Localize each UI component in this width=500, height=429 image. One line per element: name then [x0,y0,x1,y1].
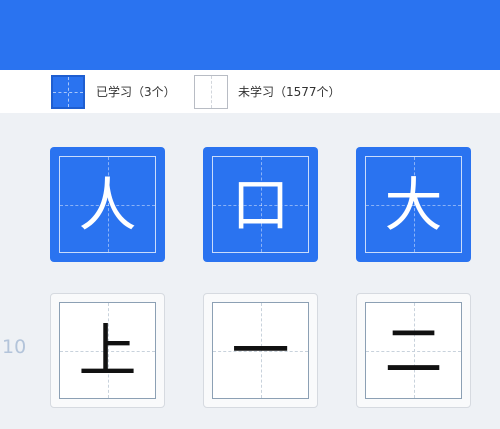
unlearned-count-label: 未学习（1577个） [238,85,341,99]
top-header-bar [0,0,500,70]
practice-grid-cell: 口 [212,156,309,253]
practice-grid-cell: 上 [59,302,156,399]
char-card-learned[interactable]: 口 [203,147,318,262]
unlearned-swatch [194,75,228,109]
char-card-unlearned[interactable]: 上 [50,293,165,408]
character: 二 [384,316,443,385]
practice-grid-cell: 二 [365,302,462,399]
character: 人 [78,170,137,239]
character: 上 [78,316,137,385]
char-card-learned[interactable]: 人 [50,147,165,262]
char-card-learned[interactable]: 大 [356,147,471,262]
practice-grid-cell: 人 [59,156,156,253]
learning-legend: 已学习（3个） 未学习（1577个） [0,70,500,113]
character: 口 [231,170,290,239]
row-number: 10 [2,336,27,358]
char-card-unlearned[interactable]: 一 [203,293,318,408]
learned-count-label: 已学习（3个） [96,85,176,99]
character: 一 [231,316,290,385]
char-card-unlearned[interactable]: 二 [356,293,471,408]
learned-swatch [51,75,85,109]
practice-grid-cell: 一 [212,302,309,399]
character: 大 [384,170,443,239]
practice-grid-cell: 大 [365,156,462,253]
